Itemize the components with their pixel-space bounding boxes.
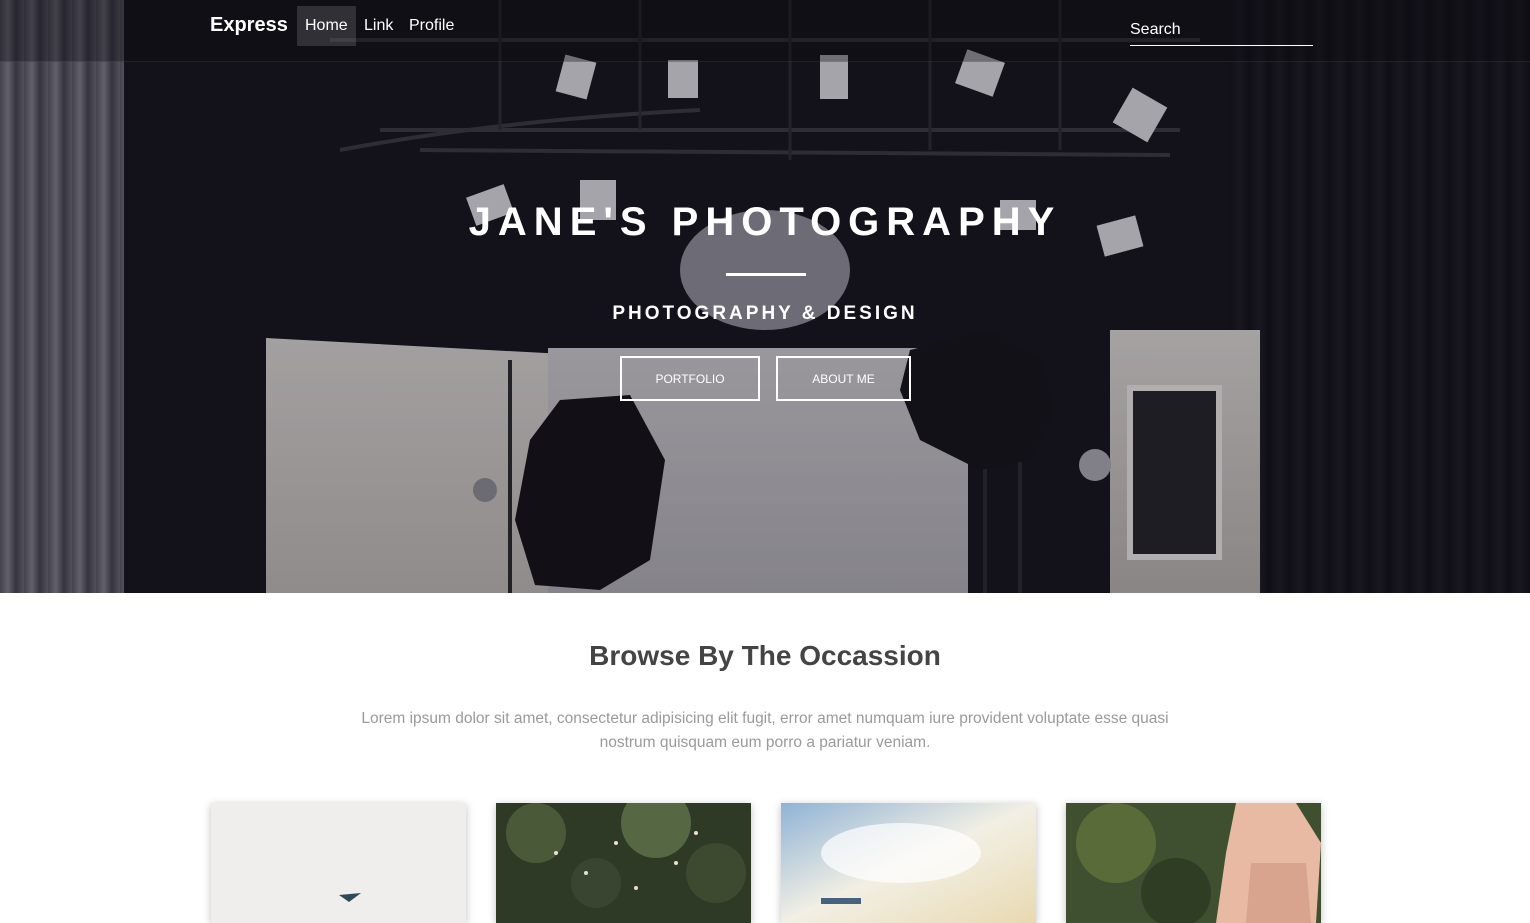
occasion-card-1[interactable] (211, 803, 466, 923)
about-me-button[interactable]: ABOUT ME (776, 356, 911, 401)
nav-link-home[interactable]: Home (297, 6, 356, 46)
top-navbar: Express Home Link Profile (0, 0, 1530, 62)
occasion-card-3[interactable] (781, 803, 1036, 923)
card-4-photo (1066, 803, 1321, 923)
hero-title-divider (726, 273, 806, 276)
card-1-photo (211, 803, 466, 923)
nav-link-profile[interactable]: Profile (401, 6, 462, 46)
nav-link-link[interactable]: Link (356, 6, 401, 46)
search-input[interactable] (1130, 14, 1313, 46)
hero-banner (0, 0, 1530, 593)
brand-logo[interactable]: Express (210, 14, 288, 37)
hero-dark-overlay (0, 0, 1530, 593)
section-title: Browse By The Occassion (589, 640, 941, 671)
portfolio-button[interactable]: PORTFOLIO (620, 356, 760, 401)
hero-subtitle: PHOTOGRAPHY & DESIGN (612, 303, 918, 324)
occasion-card-4[interactable] (1066, 803, 1321, 923)
card-2-photo (496, 803, 751, 923)
hero-title: JANE'S PHOTOGRAPHY (468, 200, 1062, 244)
section-description: Lorem ipsum dolor sit amet, consectetur … (361, 710, 1169, 751)
card-3-photo (781, 803, 1036, 923)
occasion-card-2[interactable] (496, 803, 751, 923)
